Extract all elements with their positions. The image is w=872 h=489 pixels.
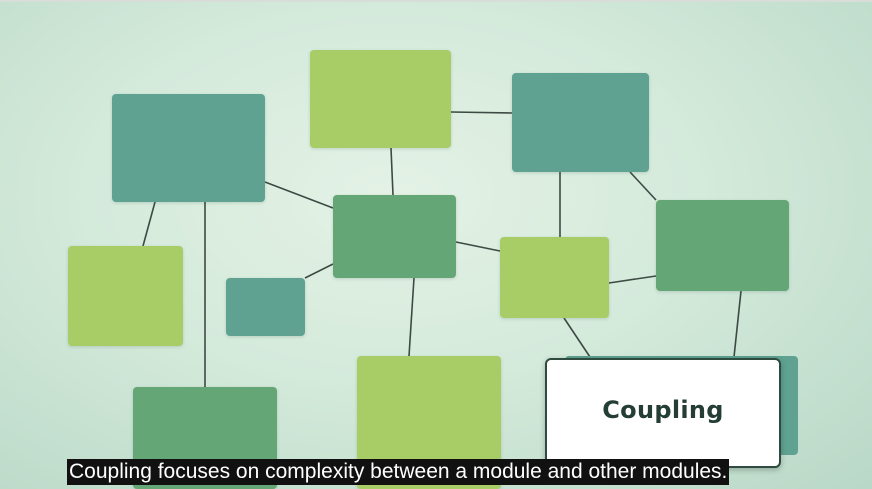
card-title: Coupling (602, 396, 724, 424)
link-line (408, 277, 415, 357)
link-line (450, 111, 513, 114)
link-line (563, 317, 591, 358)
module-box-green (333, 195, 456, 278)
subtitle-caption: Coupling focuses on complexity between a… (67, 459, 730, 485)
link-line (390, 147, 394, 196)
link-line (733, 290, 742, 358)
link-line (304, 263, 334, 279)
module-box-teal (512, 73, 649, 172)
module-box-lime (68, 246, 183, 346)
module-box-lime (310, 50, 451, 148)
module-box-lime (500, 237, 609, 318)
link-line (142, 201, 156, 247)
link-line (455, 241, 501, 252)
link-line (608, 275, 657, 284)
module-box-green (656, 200, 789, 291)
module-box-teal (112, 94, 265, 202)
coupling-card: Coupling (545, 358, 781, 468)
module-box-teal (226, 278, 305, 336)
diagram-stage: Coupling Coupling focuses on complexity … (0, 0, 872, 489)
link-line (264, 181, 334, 209)
link-line (629, 171, 657, 201)
